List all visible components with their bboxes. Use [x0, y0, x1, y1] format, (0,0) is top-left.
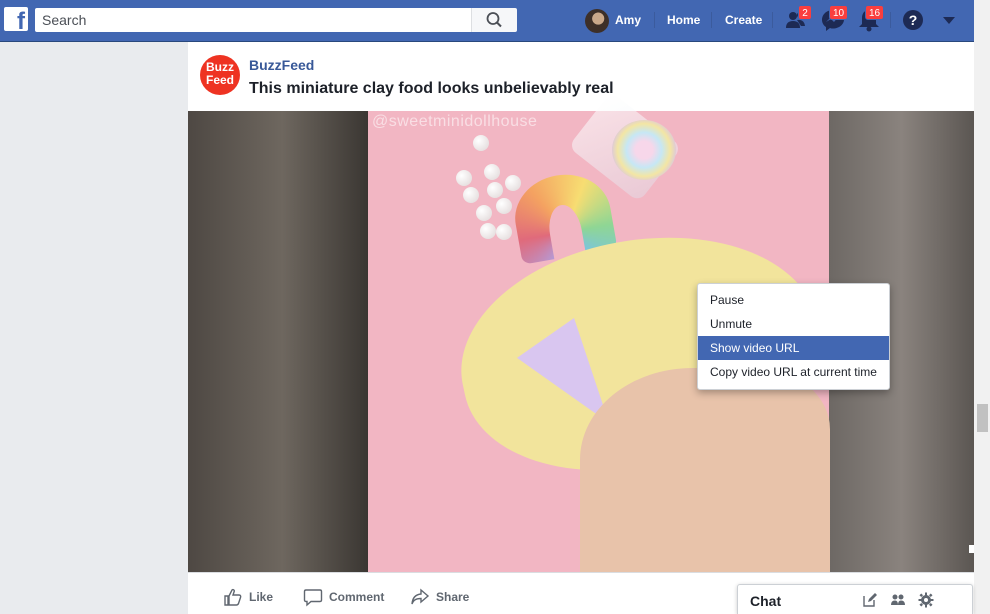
search-icon: [486, 12, 502, 28]
clay-pearl: [463, 187, 479, 203]
chat-label: Chat: [750, 593, 782, 609]
search-box: [35, 8, 517, 32]
share-button[interactable]: Share: [410, 587, 469, 607]
top-navigation-bar: f Amy Home Create 2 10: [0, 0, 974, 42]
friend-requests-button[interactable]: 2: [783, 5, 812, 34]
group-icon[interactable]: [890, 592, 906, 608]
share-icon: [411, 588, 430, 605]
help-icon[interactable]: ?: [903, 10, 923, 30]
menu-item-show-video-url[interactable]: Show video URL: [698, 336, 889, 360]
page-name-link[interactable]: BuzzFeed: [249, 57, 314, 73]
menu-item-unmute[interactable]: Unmute: [698, 312, 889, 336]
notifications-badge: 16: [865, 5, 885, 20]
gear-icon[interactable]: [918, 592, 934, 608]
clay-pearl: [473, 135, 489, 151]
scrollbar-thumb[interactable]: [977, 404, 988, 432]
thumbs-up-icon: [224, 588, 242, 606]
search-input[interactable]: [35, 8, 435, 32]
messages-button[interactable]: 10: [819, 5, 849, 34]
nav-divider: [654, 12, 655, 28]
nav-divider: [772, 12, 773, 28]
menu-item-pause[interactable]: Pause: [698, 288, 889, 312]
clay-pearl: [505, 175, 521, 191]
clay-pearl: [496, 224, 512, 240]
hand: [580, 368, 830, 572]
chat-bar[interactable]: Chat: [737, 584, 973, 614]
account-menu-caret-icon[interactable]: [943, 17, 955, 24]
compose-icon[interactable]: [862, 592, 878, 608]
menu-item-copy-video-url-at-time[interactable]: Copy video URL at current time: [698, 360, 889, 384]
create-link[interactable]: Create: [725, 8, 762, 32]
facebook-logo-icon[interactable]: f: [4, 7, 28, 34]
clay-pearl: [496, 198, 512, 214]
clay-pearl: [487, 182, 503, 198]
user-avatar[interactable]: [585, 9, 609, 33]
page-logo-line-2: Feed: [205, 73, 234, 87]
page-scrollbar[interactable]: [974, 0, 990, 614]
clay-pearl: [476, 205, 492, 221]
video-watermark: @sweetminidollhouse: [372, 113, 538, 130]
messages-badge: 10: [829, 5, 849, 20]
nav-divider: [890, 12, 891, 28]
page-avatar[interactable]: Buzz Feed: [200, 55, 240, 95]
nav-divider: [711, 12, 712, 28]
post-title[interactable]: This miniature clay food looks unbelieva…: [249, 80, 614, 98]
search-button[interactable]: [471, 8, 517, 32]
profile-link[interactable]: Amy: [615, 8, 641, 32]
clay-pearl: [480, 223, 496, 239]
clay-pearl: [484, 164, 500, 180]
video-context-menu: Pause Unmute Show video URL Copy video U…: [697, 283, 890, 390]
sprinkles: [612, 120, 676, 180]
home-link[interactable]: Home: [667, 8, 700, 32]
clay-pearl: [456, 170, 472, 186]
comment-icon: [303, 589, 323, 607]
notifications-button[interactable]: 16: [855, 5, 885, 34]
friend-requests-badge: 2: [798, 5, 812, 20]
comment-button[interactable]: Comment: [303, 587, 384, 607]
video-progress-marker: [969, 545, 974, 553]
like-button[interactable]: Like: [223, 587, 273, 607]
